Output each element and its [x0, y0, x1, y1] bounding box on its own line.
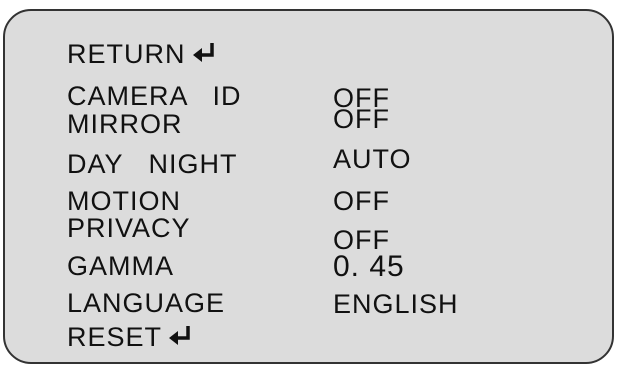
language-value[interactable]: ENGLISH [333, 291, 459, 318]
motion-label[interactable]: MOTION [67, 188, 181, 215]
day-night-value[interactable]: AUTO [333, 146, 412, 173]
mirror-value[interactable]: OFF [333, 106, 390, 133]
enter-arrow-icon [192, 41, 218, 63]
reset-item[interactable]: RESET [67, 324, 194, 351]
language-label[interactable]: LANGUAGE [67, 290, 225, 317]
gamma-label[interactable]: GAMMA [67, 253, 174, 280]
mirror-label[interactable]: MIRROR [67, 111, 183, 138]
camera-id-label[interactable]: CAMERA ID [67, 83, 242, 110]
return-label: RETURN [67, 39, 186, 69]
day-night-label[interactable]: DAY NIGHT [67, 151, 238, 178]
return-item[interactable]: RETURN [67, 41, 218, 68]
enter-arrow-icon [168, 324, 194, 346]
privacy-label[interactable]: PRIVACY [67, 215, 191, 242]
gamma-value[interactable]: 0. 45 [333, 252, 405, 282]
reset-label: RESET [67, 322, 163, 352]
motion-value[interactable]: OFF [333, 188, 390, 215]
